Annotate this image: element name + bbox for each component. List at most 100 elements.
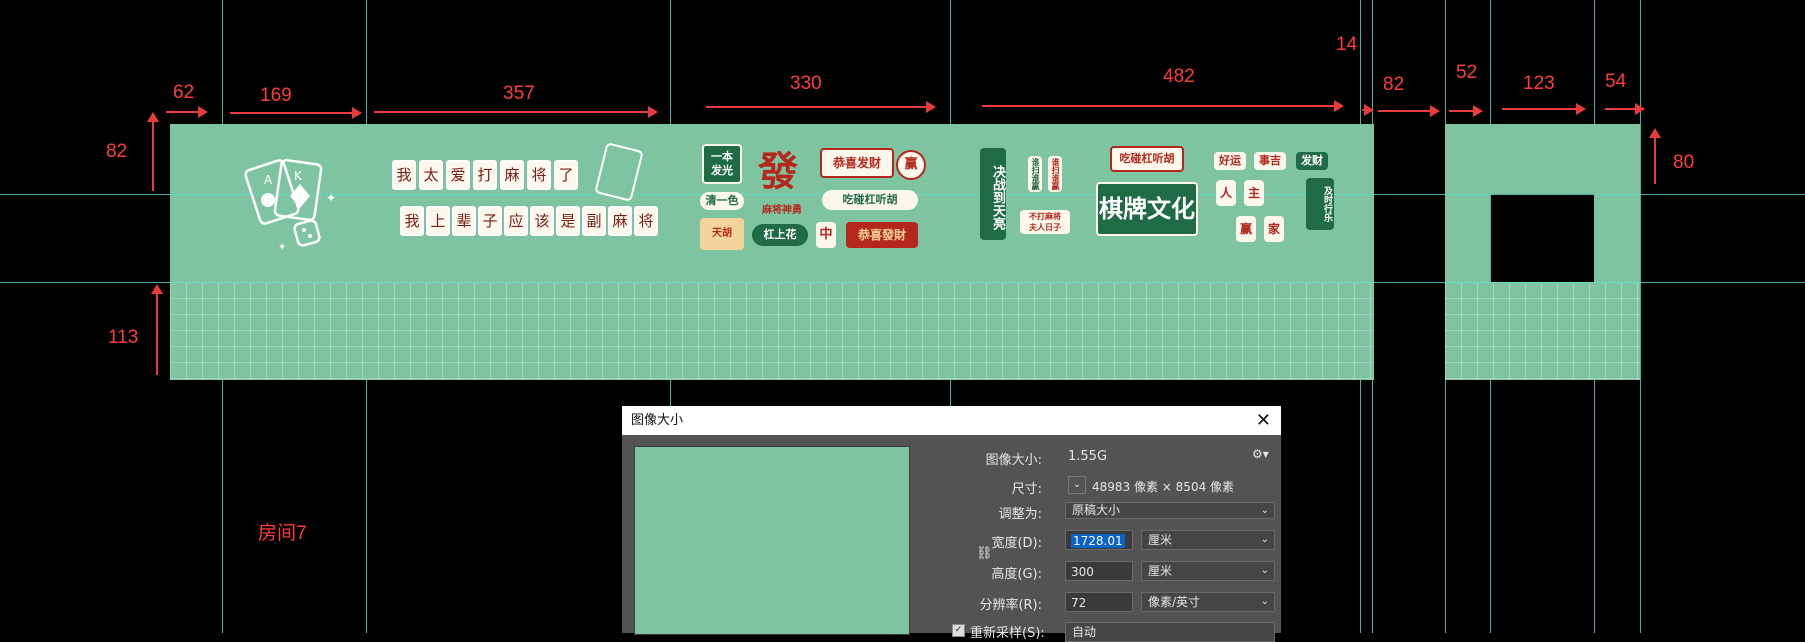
badge-xiaobang: 不打麻将 夫人日子: [1020, 210, 1070, 234]
mahjong-tile: 我: [392, 160, 416, 190]
grid-band: [170, 282, 1374, 380]
room-label: 房间7: [258, 523, 307, 544]
dim-arrow: [1605, 103, 1645, 115]
mahjong-tile: 麻: [608, 206, 632, 236]
chevron-down-icon[interactable]: ⌄: [1068, 476, 1086, 494]
res-unit-select[interactable]: 像素/英寸 ⌄: [1141, 592, 1275, 612]
image-size-label: 图像大小:: [985, 453, 1042, 468]
badge-zhu: 主: [1244, 180, 1264, 206]
badge-zuichi-2: 谁扫谁赢: [1048, 156, 1062, 192]
dim-arrow: [230, 107, 362, 119]
badge-jishi: 及时行乐: [1306, 178, 1334, 230]
badge-jia: 家: [1264, 216, 1284, 242]
badge-zhufeng: 恭喜發財: [846, 222, 918, 248]
dim-label: 113: [108, 327, 139, 348]
dim-label: 82: [106, 141, 128, 162]
badge-ren: 人: [1216, 180, 1236, 206]
mahjong-tile: 该: [530, 206, 554, 236]
svg-text:✦: ✦: [278, 242, 286, 253]
dim-arrow: [706, 101, 936, 113]
dims-label: 尺寸:: [1011, 482, 1042, 497]
dim-label: 123: [1523, 73, 1555, 94]
mahjong-tile: 上: [426, 206, 450, 236]
dim-label: 14: [1336, 34, 1358, 55]
fit-label: 调整为:: [998, 507, 1042, 522]
dims-value: 48983 像素 × 8504 像素: [1092, 480, 1235, 494]
chevron-down-icon: ⌄: [1260, 565, 1269, 576]
badge-fa-sub: 麻将神勇: [762, 205, 802, 216]
grid-band-right: [1445, 282, 1640, 380]
dim-arrow: [1362, 104, 1374, 116]
badge-gongxi: 恭喜发财: [820, 148, 894, 178]
badge-gangshanghua: 杠上花: [752, 224, 808, 246]
dim-label: 482: [1163, 66, 1195, 87]
dialog-titlebar[interactable]: 图像大小: [622, 406, 1281, 435]
resample-label: 重新采样(S):: [970, 626, 1045, 641]
gear-icon[interactable]: ⚙▾: [1252, 447, 1269, 461]
height-unit-select[interactable]: 厘米 ⌄: [1141, 561, 1275, 581]
artwork-pillar-1: [1445, 194, 1490, 282]
badge-yiben: 一本 发光: [702, 144, 742, 184]
badge-chipeng: 吃碰杠听胡: [822, 190, 918, 210]
close-icon[interactable]: ✕: [1256, 410, 1271, 431]
width-unit-select[interactable]: 厘米 ⌄: [1141, 530, 1275, 550]
dim-label: 169: [260, 85, 292, 106]
badge-zuichi: 谁扫谁赢: [1028, 156, 1042, 192]
dim-arrow: [374, 106, 658, 118]
image-size-value: 1.55G: [1068, 449, 1108, 464]
dim-label: 62: [173, 82, 195, 103]
mahjong-tile: 是: [556, 206, 580, 236]
mahjong-tile: 将: [634, 206, 658, 236]
resample-select[interactable]: 自动: [1065, 622, 1275, 642]
dim-arrow: [1649, 128, 1661, 184]
height-label: 高度(G):: [991, 567, 1042, 582]
dialog-title: 图像大小: [631, 413, 684, 428]
artwork-pillar-2: [1594, 194, 1640, 282]
mahjong-tile: 麻: [500, 160, 524, 190]
dim-arrow: [1378, 105, 1440, 117]
dim-label: 82: [1383, 74, 1405, 95]
resample-checkbox[interactable]: ✓: [952, 624, 965, 637]
badge-fa: 發: [758, 148, 798, 195]
artwork-band-top-right: [1445, 124, 1640, 194]
fit-select[interactable]: 原稿大小 ⌄: [1065, 502, 1275, 519]
badge-facai: 发财: [1296, 152, 1328, 170]
fit-value: 原稿大小: [1072, 503, 1121, 517]
dim-label: 330: [790, 73, 822, 94]
badge-zhong: 中: [816, 222, 836, 248]
mahjong-tile: 太: [419, 160, 443, 190]
width-input[interactable]: 1728.01: [1065, 530, 1133, 550]
dim-arrow: [166, 106, 208, 118]
mahjong-tile: 应: [504, 206, 528, 236]
mahjong-tile: 了: [554, 160, 578, 190]
dim-arrow: [151, 284, 163, 375]
chevron-down-icon: ⌄: [1260, 505, 1269, 516]
link-icon[interactable]: ⛓: [976, 546, 993, 561]
mahjong-tile: 我: [400, 206, 424, 236]
res-value: 72: [1071, 596, 1087, 610]
dim-label: 52: [1456, 62, 1478, 83]
badge-shi: 事吉: [1254, 152, 1286, 170]
dim-arrow: [1449, 105, 1483, 117]
badge-tianhu: 天胡: [700, 218, 744, 250]
mahjong-tile: 打: [473, 160, 497, 190]
res-input[interactable]: 72: [1065, 592, 1133, 612]
height-input[interactable]: 300: [1065, 561, 1133, 581]
mahjong-tile: 副: [582, 206, 606, 236]
badge-haoyun: 好运: [1214, 152, 1246, 170]
res-label: 分辨率(R):: [979, 598, 1042, 613]
chevron-down-icon: ⌄: [1260, 596, 1269, 607]
playing-cards-icon: A K ✦ ✦: [244, 158, 336, 253]
dim-arrow: [147, 112, 159, 191]
card-k: K: [294, 169, 303, 183]
badge-ying: 赢: [896, 150, 926, 180]
height-unit: 厘米: [1148, 564, 1173, 578]
mahjong-tile: 辈: [452, 206, 476, 236]
image-preview: [634, 446, 910, 635]
resample-value: 自动: [1072, 625, 1097, 639]
mahjong-tile: 爱: [446, 160, 470, 190]
badge-chipeng-2: 吃碰杠听胡: [1110, 146, 1184, 172]
badge-qingyise: 清一色: [700, 192, 744, 210]
dim-arrow: [1502, 103, 1586, 115]
badge-qipai: 棋牌文化: [1096, 182, 1198, 236]
